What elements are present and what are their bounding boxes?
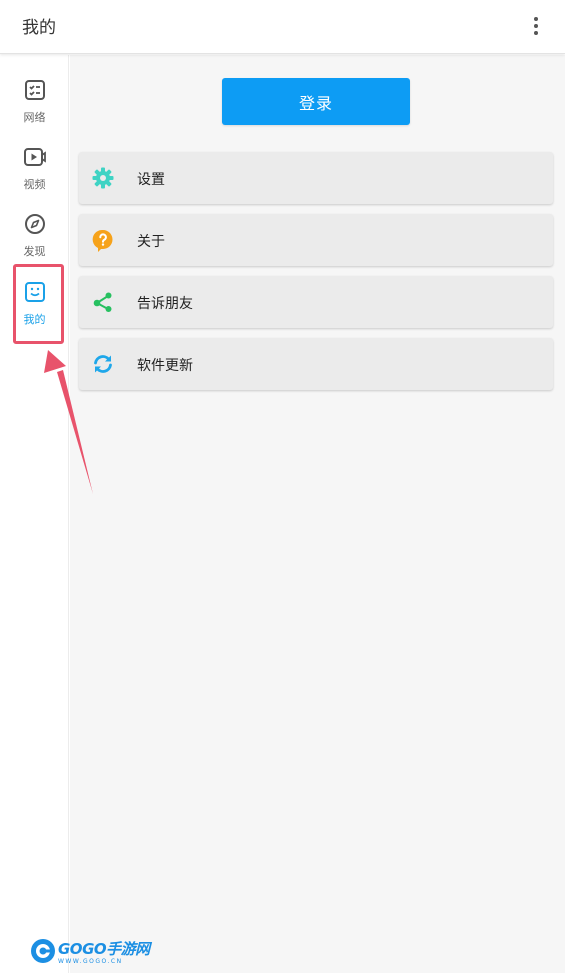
menu-item-label: 设置 [137,172,165,188]
sidebar-item-network[interactable]: 网络 [0,76,69,140]
dot [534,31,538,35]
sidebar-nav: 网络 视频 发现 我的 [0,55,69,973]
menu-item-about[interactable]: 关于 [79,214,553,266]
dot [534,17,538,21]
login-button[interactable]: 登录 [222,78,410,125]
sidebar-item-label: 视频 [23,178,46,191]
menu-item-settings[interactable]: 设置 [79,152,553,204]
menu-item-share[interactable]: 告诉朋友 [79,276,553,328]
page-title: 我的 [22,18,56,38]
menu-item-label: 关于 [137,234,165,250]
watermark-url: WWW.GOGO.CN [58,958,123,965]
compass-icon [24,214,45,234]
app-bar: 我的 [0,0,565,54]
watermark-logo: GOGO手游网 WWW.GOGO.CN [30,936,150,968]
sidebar-item-label: 网络 [23,111,46,124]
share-icon [93,292,112,312]
dot [534,24,538,28]
menu-item-label: 软件更新 [137,358,193,374]
video-icon [23,148,46,166]
refresh-icon [94,355,112,373]
more-vert-icon[interactable] [524,12,548,40]
sidebar-item-label: 发现 [23,245,46,258]
gogo-logo-icon [31,939,55,963]
sidebar-item-video[interactable]: 视频 [0,143,69,207]
gear-icon [92,167,114,189]
watermark-text: GOGO手游网 [58,940,150,958]
network-list-icon [24,80,45,100]
menu-item-label: 告诉朋友 [137,296,193,312]
menu-item-update[interactable]: 软件更新 [79,338,553,390]
help-icon [92,229,113,252]
annotation-highlight-box [13,264,64,344]
main-content: 登录 设置 关于 告诉朋友 软件更新 [70,55,565,973]
